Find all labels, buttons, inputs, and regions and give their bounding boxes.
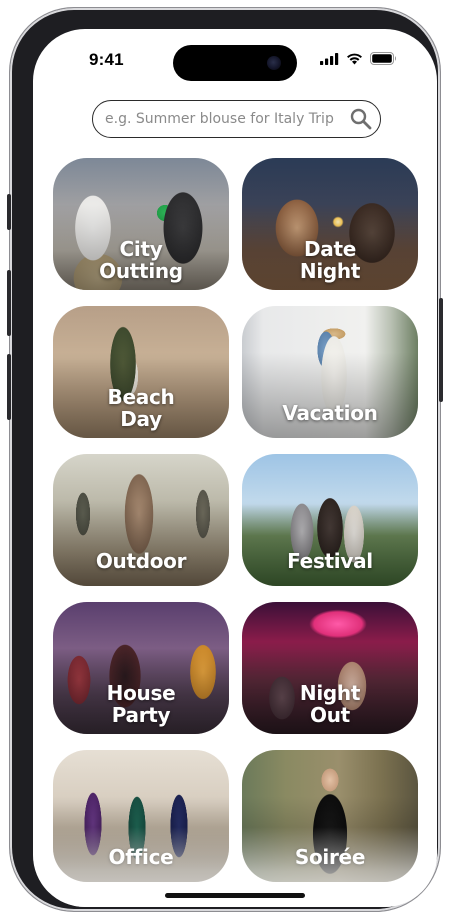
category-label: City Outting: [99, 237, 183, 283]
wifi-icon: [347, 53, 362, 64]
search-bar[interactable]: [92, 100, 381, 138]
category-label: House Party: [106, 681, 176, 727]
category-label: Vacation: [282, 401, 378, 425]
status-time: 9:41: [89, 50, 124, 69]
category-card-city-outting[interactable]: City Outting: [53, 158, 229, 290]
category-card-outdoor[interactable]: Outdoor: [53, 454, 229, 586]
category-card-office[interactable]: Office: [53, 750, 229, 882]
category-card-festival[interactable]: Festival: [242, 454, 418, 586]
camera-icon: [267, 56, 281, 70]
category-card-house-party[interactable]: House Party: [53, 602, 229, 734]
phone-frame: 9:41 e.g. Summer blouse for Italy Trip C…: [7, 8, 443, 911]
screen: 9:41 e.g. Summer blouse for Italy Trip C…: [33, 29, 437, 907]
category-card-beach-day[interactable]: Beach Day: [53, 306, 229, 438]
category-label: Date Night: [299, 237, 361, 283]
status-icons: [320, 52, 397, 65]
volume-down-button: [7, 354, 11, 420]
power-button: [439, 298, 443, 402]
cellular-signal-icon: [320, 52, 339, 65]
category-card-vacation[interactable]: Vacation: [242, 306, 418, 438]
battery-icon: [370, 52, 396, 65]
search-input[interactable]: [105, 101, 345, 136]
category-label: Office: [108, 845, 174, 869]
category-label: Night Out: [299, 681, 361, 727]
category-card-soiree[interactable]: Soirée: [242, 750, 418, 882]
category-label: Beach Day: [107, 385, 175, 431]
category-label: Soirée: [294, 845, 366, 869]
home-indicator[interactable]: [165, 893, 305, 898]
action-button: [7, 194, 11, 230]
dynamic-island: [173, 45, 297, 81]
search-icon[interactable]: [350, 108, 372, 130]
volume-up-button: [7, 270, 11, 336]
category-card-date-night[interactable]: Date Night: [242, 158, 418, 290]
category-label: Outdoor: [95, 549, 187, 573]
category-card-night-out[interactable]: Night Out: [242, 602, 418, 734]
category-label: Festival: [287, 549, 373, 573]
